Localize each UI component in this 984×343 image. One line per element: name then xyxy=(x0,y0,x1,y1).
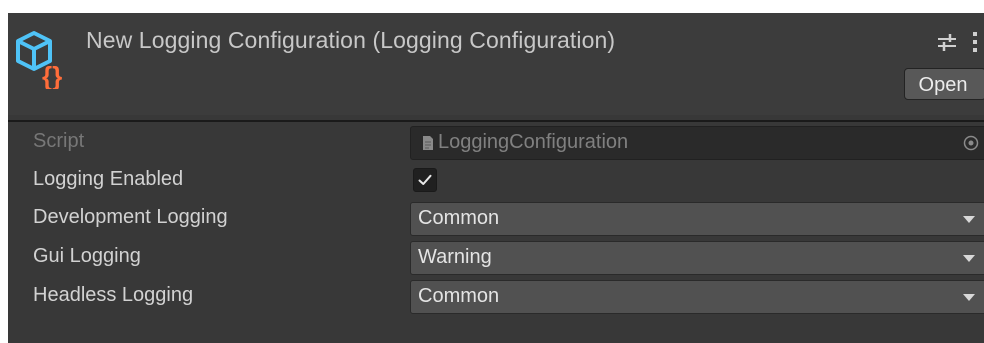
logging-enabled-checkbox[interactable] xyxy=(413,168,437,192)
header-divider xyxy=(8,120,984,122)
property-row-script: Script LoggingConfiguration xyxy=(8,126,984,160)
headless-logging-dropdown[interactable]: Common xyxy=(410,280,984,314)
kebab-menu-icon[interactable] xyxy=(970,29,980,55)
property-label: Gui Logging xyxy=(33,245,141,267)
gui-logging-dropdown[interactable]: Warning xyxy=(410,241,984,275)
script-file-icon xyxy=(423,136,433,150)
property-label: Logging Enabled xyxy=(33,168,184,190)
property-row-headless-logging: Headless Logging Common xyxy=(8,280,984,314)
dropdown-selected-value: Warning xyxy=(418,246,492,268)
dropdown-arrow-icon xyxy=(963,255,975,262)
open-button[interactable]: Open xyxy=(904,68,984,100)
dropdown-selected-value: Common xyxy=(418,285,500,307)
sliders-icon[interactable] xyxy=(936,31,958,53)
inspector-window: {} New Logging Configuration (Logging Co… xyxy=(8,13,984,343)
property-label: Script xyxy=(33,130,85,152)
scriptable-object-icon: {} xyxy=(16,31,62,89)
checkmark-icon xyxy=(418,174,432,185)
inspector-title: New Logging Configuration (Logging Confi… xyxy=(86,27,616,53)
dropdown-selected-value: Common xyxy=(418,207,500,229)
script-object-field[interactable]: LoggingConfiguration xyxy=(410,126,984,160)
inspector-header: {} New Logging Configuration (Logging Co… xyxy=(8,13,984,115)
property-label: Development Logging xyxy=(33,206,228,228)
svg-text:{}: {} xyxy=(42,61,62,89)
property-row-gui-logging: Gui Logging Warning xyxy=(8,241,984,275)
object-picker-icon[interactable] xyxy=(962,134,980,152)
dropdown-arrow-icon xyxy=(963,294,975,301)
property-label: Headless Logging xyxy=(33,284,194,306)
property-row-development-logging: Development Logging Common xyxy=(8,202,984,236)
development-logging-dropdown[interactable]: Common xyxy=(410,202,984,236)
dropdown-arrow-icon xyxy=(963,216,975,223)
property-row-logging-enabled: Logging Enabled xyxy=(8,164,984,198)
script-object-value: LoggingConfiguration xyxy=(438,131,629,153)
